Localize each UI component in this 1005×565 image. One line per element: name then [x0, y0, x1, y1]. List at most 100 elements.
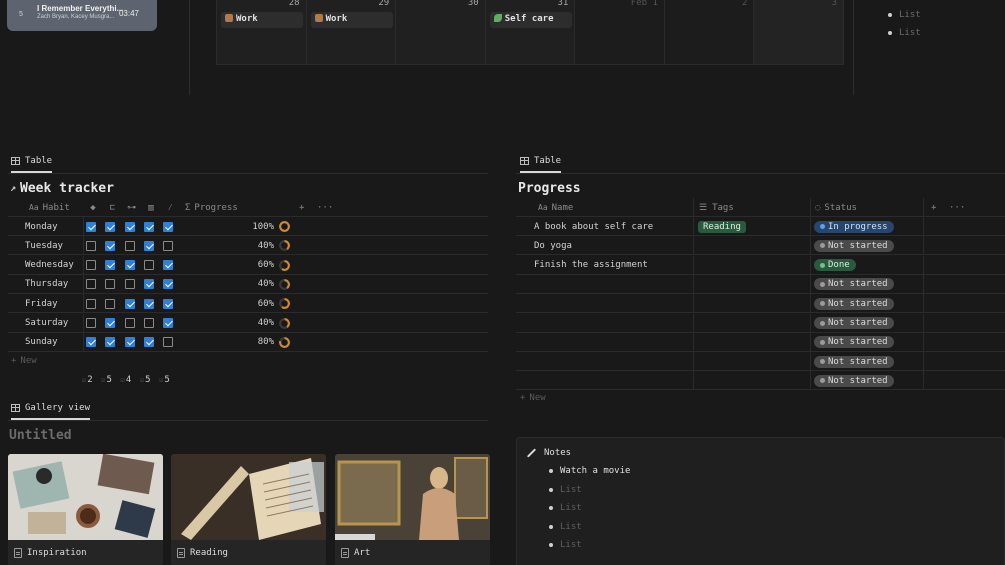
habit-column-header[interactable]: Aa Habit [29, 198, 89, 217]
notes-list-item[interactable]: List [549, 499, 630, 518]
tags-cell[interactable] [694, 313, 811, 333]
habit-checkbox[interactable] [105, 337, 116, 348]
bed-icon[interactable]: ⊏ [106, 203, 118, 213]
calendar-day-cell[interactable]: 30 [396, 0, 486, 64]
habit-checkbox[interactable] [124, 298, 135, 309]
tags-cell[interactable] [694, 236, 811, 256]
habit-day-cell[interactable]: Friday [8, 294, 84, 314]
habit-checkbox[interactable] [86, 279, 96, 290]
list-item[interactable]: List [888, 6, 921, 24]
habit-checkbox[interactable] [86, 221, 96, 232]
calendar-day-cell[interactable]: Feb 1 [575, 0, 665, 64]
status-cell[interactable]: Not started [811, 332, 924, 352]
notes-list-item[interactable]: List [549, 518, 630, 537]
calendar-event[interactable]: Self care [489, 12, 572, 28]
habit-day-cell[interactable]: Sunday [8, 332, 84, 352]
calendar-day-cell[interactable]: 2 [664, 0, 755, 64]
pen-icon[interactable]: ⁄ [164, 203, 176, 213]
habit-checkbox[interactable] [105, 260, 116, 271]
tags-column-header[interactable]: ☰ Tags [694, 198, 811, 217]
habit-checkbox[interactable] [105, 318, 116, 328]
task-name-cell[interactable] [516, 332, 694, 352]
habit-day-cell[interactable]: Monday [8, 217, 84, 236]
habit-checkbox[interactable] [124, 221, 135, 232]
book-icon[interactable]: ▥ [145, 203, 157, 213]
status-cell[interactable]: Not started [811, 313, 924, 333]
habit-checkbox[interactable] [163, 337, 174, 348]
status-cell[interactable]: Not started [811, 274, 924, 294]
habit-checkbox[interactable] [143, 221, 154, 232]
progress-title[interactable]: Progress [518, 181, 581, 196]
week-tracker-title[interactable]: ↗ Week tracker [10, 181, 114, 196]
status-cell[interactable]: Done [811, 255, 924, 275]
habit-checkbox[interactable] [86, 260, 96, 271]
notes-list-item[interactable]: List [549, 481, 630, 500]
status-cell[interactable]: In progress [811, 217, 924, 236]
task-name-cell[interactable]: A book about self care [516, 217, 694, 236]
name-column-header[interactable]: Aa Name [516, 198, 694, 217]
drop-icon[interactable]: ◆ [87, 203, 99, 213]
habit-checkbox[interactable] [163, 318, 174, 328]
status-cell[interactable]: Not started [811, 236, 924, 256]
habit-checkbox[interactable] [86, 298, 96, 309]
tags-cell[interactable] [694, 294, 811, 314]
habit-checkbox[interactable] [105, 279, 116, 290]
habit-checkbox[interactable] [86, 318, 96, 328]
status-cell[interactable]: Not started [811, 352, 924, 372]
dumbbell-icon[interactable]: ⊶ [126, 203, 138, 213]
status-column-header[interactable]: ◌ Status [811, 198, 924, 217]
task-name-cell[interactable] [516, 313, 694, 333]
calendar-day-cell[interactable]: 29 Work [306, 0, 397, 64]
habit-checkbox[interactable] [124, 337, 135, 348]
habit-day-cell[interactable]: Tuesday [8, 236, 84, 256]
habit-checkbox[interactable] [143, 298, 154, 309]
calendar-day-cell[interactable]: 31 Self care [485, 0, 576, 64]
gallery-title[interactable]: Untitled [9, 428, 72, 443]
habit-checkbox[interactable] [163, 221, 174, 232]
task-name-cell[interactable]: Do yoga [516, 236, 694, 256]
tags-cell[interactable] [694, 371, 811, 391]
habit-checkbox[interactable] [124, 279, 135, 290]
tags-cell[interactable] [694, 274, 811, 294]
add-column-button[interactable]: + [299, 198, 304, 217]
tab-gallery-view[interactable]: Gallery view [11, 403, 91, 420]
add-column-button[interactable]: + [931, 198, 936, 217]
calendar-event[interactable]: Work [221, 12, 303, 28]
tab-table-week[interactable]: Table [11, 156, 53, 173]
progress-column-header[interactable]: Σ Progress [185, 198, 238, 217]
habit-checkbox[interactable] [124, 318, 135, 328]
habit-checkbox[interactable] [163, 298, 174, 309]
task-name-cell[interactable] [516, 294, 694, 314]
calendar-event[interactable]: Work [310, 12, 393, 28]
habit-checkbox[interactable] [105, 298, 116, 309]
music-player-widget[interactable]: 5 I Remember Everythi... Zach Bryan, Kac… [7, 0, 157, 31]
week-tracker-new-button[interactable]: + New [11, 356, 37, 366]
habit-checkbox[interactable] [105, 240, 116, 251]
habit-checkbox[interactable] [163, 260, 174, 271]
task-name-cell[interactable] [516, 371, 694, 391]
habit-checkbox[interactable] [143, 337, 154, 348]
tags-cell[interactable] [694, 255, 811, 275]
more-options-button[interactable]: ··· [317, 198, 333, 217]
habit-checkbox[interactable] [143, 240, 154, 251]
gallery-card-inspiration[interactable]: Inspiration [8, 454, 163, 565]
habit-checkbox[interactable] [105, 221, 116, 232]
tags-cell[interactable]: Reading [694, 217, 811, 236]
calendar-day-cell[interactable]: 3 [754, 0, 844, 64]
tab-table-progress[interactable]: Table [520, 156, 562, 173]
task-name-cell[interactable]: Finish the assignment [516, 255, 694, 275]
habit-checkbox[interactable] [86, 337, 96, 348]
notes-list-item[interactable]: Watch a movie [549, 462, 630, 481]
tags-cell[interactable] [694, 332, 811, 352]
list-item[interactable]: List [888, 24, 921, 42]
notes-list-item[interactable]: List [549, 536, 630, 555]
tags-cell[interactable] [694, 352, 811, 372]
task-name-cell[interactable] [516, 274, 694, 294]
habit-checkbox[interactable] [143, 279, 154, 290]
gallery-card-art[interactable]: Art [335, 454, 490, 565]
habit-checkbox[interactable] [86, 240, 96, 251]
habit-checkbox[interactable] [163, 279, 174, 290]
habit-checkbox[interactable] [124, 260, 135, 271]
more-options-button[interactable]: ··· [949, 198, 965, 217]
progress-new-button[interactable]: + New [520, 393, 546, 403]
